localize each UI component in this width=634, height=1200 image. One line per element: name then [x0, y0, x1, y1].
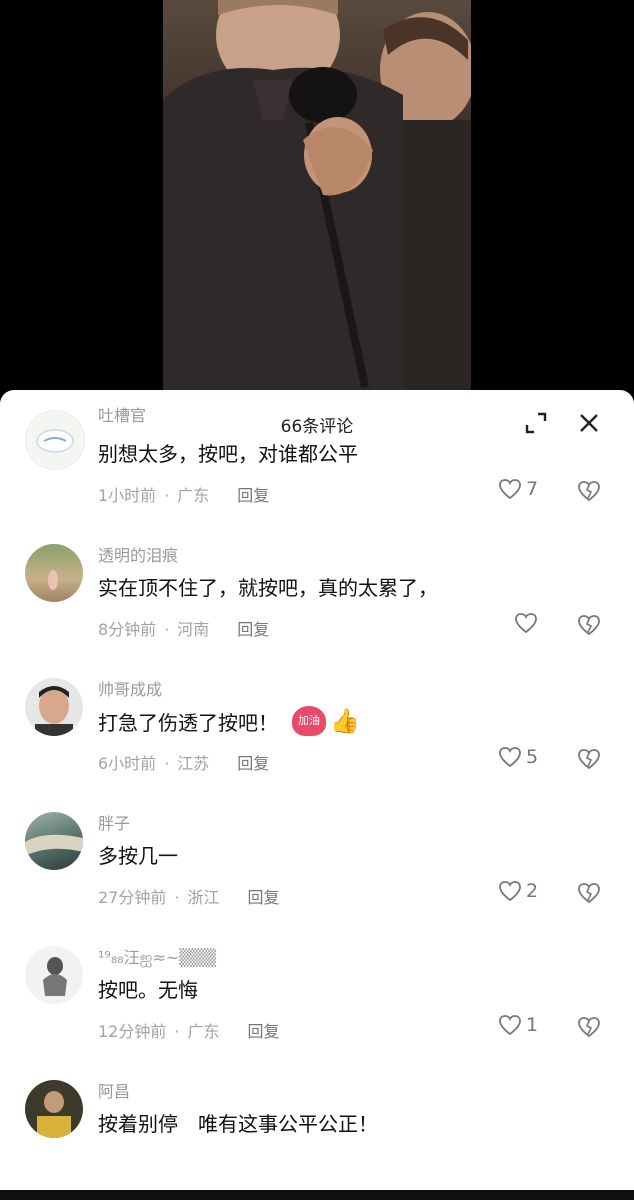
comment-time: 27分钟前 — [98, 888, 167, 907]
comment-time: 6小时前 — [98, 754, 157, 773]
avatar[interactable] — [25, 678, 83, 736]
reply-button[interactable]: 回复 — [237, 754, 269, 773]
comment-item: 阿昌 按着别停 唯有这事公平公正！ — [0, 1066, 634, 1190]
comment-username[interactable]: 帅哥成成 — [98, 676, 162, 700]
meta-separator: · — [164, 486, 170, 505]
like-count: 7 — [526, 478, 539, 500]
comment-text: 打急了伤透了按吧！ 加油 👍 — [98, 706, 360, 736]
comment-text-body: 实在顶不住了，就按吧，真的太累了， — [98, 576, 438, 600]
comment-region: 江苏 — [177, 754, 210, 773]
reply-button[interactable]: 回复 — [247, 1022, 279, 1041]
broken-heart-icon — [578, 481, 600, 502]
comment-text-body: 多按几一 — [98, 844, 178, 868]
broken-heart-icon — [578, 1017, 600, 1038]
reply-button[interactable]: 回复 — [237, 486, 269, 505]
heart-icon — [499, 881, 521, 902]
comment-meta: 1小时前 · 广东 回复 — [98, 482, 269, 506]
comment-text: 按吧。无悔 — [98, 974, 198, 1003]
comment-sheet: 66条评论 吐槽官 别想太多，按吧，对谁都公平 1小时前 · 广东 回复 7 透… — [0, 390, 634, 1190]
like-count: 5 — [526, 746, 539, 768]
comment-text: 多按几一 — [98, 840, 178, 869]
dislike-button[interactable] — [576, 880, 602, 906]
comment-text-body: 别想太多，按吧，对谁都公平 — [98, 442, 358, 466]
dislike-button[interactable] — [576, 746, 602, 772]
comment-username[interactable]: 胖子 — [98, 810, 130, 834]
comment-text-body: 按吧。无悔 — [98, 978, 198, 1002]
like-button[interactable]: 2 — [498, 880, 538, 902]
comment-username[interactable]: 吐槽官 — [98, 402, 146, 426]
bottom-bar — [0, 1190, 634, 1200]
like-button[interactable]: 1 — [498, 1014, 538, 1036]
avatar[interactable] — [25, 544, 83, 602]
meta-separator: · — [174, 1022, 180, 1041]
comment-list: 吐槽官 别想太多，按吧，对谁都公平 1小时前 · 广东 回复 7 透明的泪痕 实在顶不… — [0, 406, 634, 1190]
like-button[interactable]: 5 — [498, 746, 538, 768]
video-frame[interactable] — [163, 0, 471, 390]
comment-username[interactable]: ¹⁹₈₈汪ஐ≈~▒▒▒ — [98, 944, 216, 969]
comment-text: 别想太多，按吧，对谁都公平 — [98, 438, 358, 467]
reply-button[interactable]: 回复 — [247, 888, 279, 907]
video-area[interactable] — [0, 0, 634, 390]
comment-username[interactable]: 透明的泪痕 — [98, 542, 178, 566]
heart-icon — [499, 479, 521, 500]
comment-meta: 27分钟前 · 浙江 回复 — [98, 884, 280, 908]
comment-time: 1小时前 — [98, 486, 157, 505]
heart-icon — [499, 747, 521, 768]
comment-region: 河南 — [177, 620, 210, 639]
thumbs-up-emoji: 👍 — [330, 707, 360, 735]
comment-meta: 6小时前 · 江苏 回复 — [98, 750, 269, 774]
comment-text: 实在顶不住了，就按吧，真的太累了， — [98, 572, 438, 601]
comment-item: 帅哥成成 打急了伤透了按吧！ 加油 👍 6小时前 · 江苏 回复 5 — [0, 664, 634, 798]
broken-heart-icon — [578, 749, 600, 770]
avatar[interactable] — [25, 1080, 83, 1138]
heart-icon — [499, 1015, 521, 1036]
dislike-button[interactable] — [576, 478, 602, 504]
reply-button[interactable]: 回复 — [237, 620, 269, 639]
comment-region: 广东 — [187, 1022, 220, 1041]
broken-heart-icon — [578, 615, 600, 636]
comment-item: 透明的泪痕 实在顶不住了，就按吧，真的太累了， 8分钟前 · 河南 回复 — [0, 530, 634, 664]
comment-username[interactable]: 阿昌 — [98, 1078, 130, 1102]
avatar[interactable] — [25, 946, 83, 1004]
comment-text-body: 按着别停 唯有这事公平公正！ — [98, 1112, 378, 1136]
meta-separator: · — [174, 888, 180, 907]
comment-item: ¹⁹₈₈汪ஐ≈~▒▒▒ 按吧。无悔 12分钟前 · 广东 回复 1 — [0, 932, 634, 1066]
like-count: 2 — [526, 880, 539, 902]
like-button[interactable] — [514, 612, 542, 634]
comment-text: 按着别停 唯有这事公平公正！ — [98, 1108, 378, 1137]
broken-heart-icon — [578, 883, 600, 904]
comment-text-body: 打急了伤透了按吧！ — [98, 710, 278, 735]
avatar[interactable] — [25, 812, 83, 870]
like-count: 1 — [526, 1014, 539, 1036]
dislike-button[interactable] — [576, 1014, 602, 1040]
heart-icon — [515, 613, 537, 634]
avatar[interactable] — [25, 410, 85, 470]
video-image — [163, 0, 471, 390]
comment-item: 胖子 多按几一 27分钟前 · 浙江 回复 2 — [0, 798, 634, 932]
comment-time: 8分钟前 — [98, 620, 157, 639]
meta-separator: · — [164, 754, 170, 773]
comment-region: 浙江 — [187, 888, 220, 907]
like-button[interactable]: 7 — [498, 478, 538, 500]
comment-time: 12分钟前 — [98, 1022, 167, 1041]
comment-meta: 12分钟前 · 广东 回复 — [98, 1018, 280, 1042]
comment-region: 广东 — [177, 486, 210, 505]
comment-meta: 8分钟前 · 河南 回复 — [98, 616, 269, 640]
cheer-emoji: 加油 — [292, 706, 326, 736]
meta-separator: · — [164, 620, 170, 639]
comment-item: 吐槽官 别想太多，按吧，对谁都公平 1小时前 · 广东 回复 7 — [0, 396, 634, 530]
dislike-button[interactable] — [576, 612, 602, 638]
